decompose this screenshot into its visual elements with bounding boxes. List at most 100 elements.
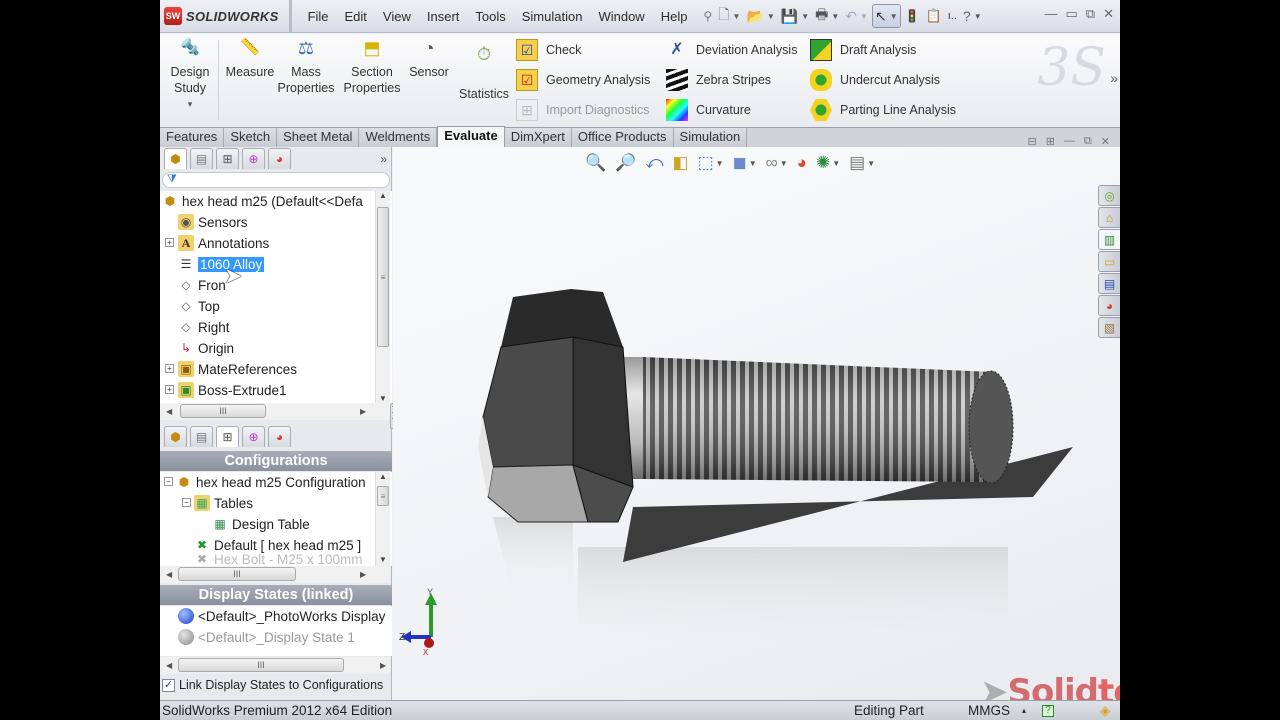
minimize-document-icon[interactable]: — xyxy=(1064,135,1075,148)
help-button[interactable]: ? ▼ xyxy=(961,4,984,28)
close-button[interactable]: ✕ xyxy=(1103,6,1114,22)
scroll-thumb[interactable]: ≡ xyxy=(377,207,389,347)
minimize-button[interactable]: — xyxy=(1045,6,1058,22)
previous-view-button[interactable]: ⤺ xyxy=(645,153,663,173)
chevron-down-icon[interactable]: ▼ xyxy=(716,159,724,168)
menu-view[interactable]: View xyxy=(375,9,419,24)
rebuild-tag-icon[interactable]: ◈ xyxy=(1100,703,1110,719)
display-states-hscrollbar[interactable]: ◀ III ▶ xyxy=(160,657,390,674)
expand-panel-icon[interactable]: » xyxy=(380,152,387,169)
tab-sheet-metal[interactable]: Sheet Metal xyxy=(277,128,360,147)
menu-help[interactable]: Help xyxy=(653,9,696,24)
configuration-manager-tab[interactable]: ⊞ xyxy=(216,426,239,447)
config-tree-hscrollbar[interactable]: ◀ III ▶ xyxy=(160,566,390,583)
open-button[interactable]: 📂 ▼ xyxy=(744,4,776,28)
tab-evaluate[interactable]: Evaluate xyxy=(437,126,505,147)
unit-system-dropdown-icon[interactable]: ▴ xyxy=(1022,706,1026,715)
chevron-down-icon[interactable]: ▼ xyxy=(831,12,839,21)
apply-scene-button[interactable]: ✺ ▼ xyxy=(816,153,840,173)
tab-dimxpert[interactable]: DimXpert xyxy=(504,128,572,147)
task-pane-resources[interactable]: ◎ xyxy=(1098,185,1120,206)
hide-show-items-button[interactable]: ∞ ▼ xyxy=(766,153,788,173)
save-button[interactable]: 💾 ▼ xyxy=(779,4,811,28)
link-display-states-checkbox[interactable]: ✓ xyxy=(162,678,175,692)
scroll-thumb[interactable]: III xyxy=(178,567,296,581)
task-pane-design-library[interactable]: ⌂ xyxy=(1098,207,1120,228)
scroll-right-icon[interactable]: ▶ xyxy=(360,407,366,416)
options-button[interactable]: ı.. xyxy=(946,4,959,28)
restore-document-icon[interactable]: ⧉ xyxy=(1084,135,1092,148)
scroll-left-icon[interactable]: ◀ xyxy=(166,661,172,670)
expand-icon[interactable]: + xyxy=(165,364,174,373)
property-manager-tab[interactable]: ▤ xyxy=(190,148,213,169)
parting-line-analysis-button[interactable]: Parting Line Analysis xyxy=(810,99,956,121)
task-pane-custom-properties[interactable]: ▧ xyxy=(1098,317,1120,338)
tab-office-products[interactable]: Office Products xyxy=(571,128,674,147)
scroll-up-icon[interactable]: ▲ xyxy=(379,472,387,481)
dimxpert-manager-tab[interactable]: ⊕ xyxy=(242,148,265,169)
dimxpert-manager-tab[interactable]: ⊕ xyxy=(242,426,265,447)
config-tree-vscrollbar[interactable]: ▲ ≡ ▼ xyxy=(375,472,390,566)
chevron-down-icon[interactable]: ▼ xyxy=(780,159,788,168)
close-document-icon[interactable]: ✕ xyxy=(1101,135,1110,148)
edit-appearance-button[interactable]: ◕ xyxy=(797,153,807,173)
select-button[interactable]: ↖ ▼ xyxy=(871,4,901,28)
section-properties-button[interactable]: ⬒ Section Properties xyxy=(342,39,402,96)
rebuild-button[interactable]: 🚦 xyxy=(903,4,922,28)
file-properties-button[interactable]: 📋 xyxy=(924,4,944,28)
chevron-down-icon[interactable]: ▼ xyxy=(832,159,840,168)
tree-item-material[interactable]: ☰ 1060 Alloy xyxy=(178,254,265,274)
display-state-photoworks[interactable]: <Default>_PhotoWorks Display xyxy=(178,606,385,626)
quick-tips-help-icon[interactable]: ? xyxy=(1042,705,1054,717)
tab-sketch[interactable]: Sketch xyxy=(224,128,278,147)
chevron-down-icon[interactable]: ▼ xyxy=(860,12,868,21)
collapse-icon[interactable]: − xyxy=(164,477,173,486)
scroll-down-icon[interactable]: ▼ xyxy=(379,555,387,564)
chevron-down-icon[interactable]: ▼ xyxy=(890,12,898,21)
design-study-button[interactable]: 🔩 Design Study ▾ xyxy=(166,40,214,112)
feature-tree-hscrollbar[interactable]: ◀ III ▶ xyxy=(160,403,390,420)
tree-item-top-plane[interactable]: ◇ Top xyxy=(178,296,219,316)
new-document-button[interactable]: 🗋 ▼ xyxy=(716,4,742,28)
scroll-up-icon[interactable]: ▲ xyxy=(379,191,387,200)
geometry-analysis-button[interactable]: ☑ Geometry Analysis xyxy=(516,69,650,91)
draft-analysis-button[interactable]: Draft Analysis xyxy=(810,39,916,61)
unit-system-button[interactable]: MMGS xyxy=(968,703,1010,718)
config-item-tables[interactable]: − ▦ Tables xyxy=(182,493,253,513)
restore-button[interactable]: ▭ xyxy=(1066,6,1078,22)
zebra-stripes-button[interactable]: Zebra Stripes xyxy=(666,69,771,91)
tile-button[interactable]: ⧉ xyxy=(1086,6,1095,22)
measure-button[interactable]: 📏 Measure xyxy=(220,40,280,80)
scroll-right-icon[interactable]: ▶ xyxy=(380,661,386,670)
menu-simulation[interactable]: Simulation xyxy=(514,9,591,24)
task-pane-file-explorer[interactable]: ▥ xyxy=(1098,229,1120,250)
tab-weldments[interactable]: Weldments xyxy=(359,128,438,147)
property-manager-tab[interactable]: ▤ xyxy=(190,426,213,447)
pin-icon[interactable]: ⚲ xyxy=(701,4,714,28)
bolt-3d-model[interactable] xyxy=(473,277,1093,717)
chevron-down-icon[interactable]: ▼ xyxy=(867,159,875,168)
config-item-hex-bolt[interactable]: ✖ Hex Bolt - M25 x 100mm xyxy=(194,552,363,566)
scroll-left-icon[interactable]: ◀ xyxy=(166,570,172,579)
task-pane-appearances[interactable]: ◕ xyxy=(1098,295,1120,316)
menu-file[interactable]: File xyxy=(300,9,337,24)
solidworks-logo[interactable]: SW SOLIDWORKS xyxy=(160,0,292,33)
menu-window[interactable]: Window xyxy=(590,9,652,24)
view-settings-button[interactable]: ▤ ▼ xyxy=(849,153,875,173)
menu-edit[interactable]: Edit xyxy=(337,9,375,24)
tree-item-front-plane[interactable]: ◇ Fron xyxy=(178,275,225,295)
split-vertical-icon[interactable]: ⊞ xyxy=(1046,135,1055,148)
zoom-to-area-button[interactable]: 🔎 xyxy=(615,153,636,173)
display-manager-tab[interactable]: ◕ xyxy=(268,148,291,169)
display-style-button[interactable]: ◼ ▼ xyxy=(733,153,757,173)
menu-insert[interactable]: Insert xyxy=(419,9,468,24)
scroll-thumb[interactable]: III xyxy=(180,404,266,418)
config-root[interactable]: − ⬢ hex head m25 Configuration xyxy=(164,472,366,492)
section-view-button[interactable]: ◧ xyxy=(673,153,689,173)
chevron-down-icon[interactable]: ▼ xyxy=(733,12,741,21)
expand-icon[interactable]: + xyxy=(165,238,174,247)
split-horizontal-icon[interactable]: ⊟ xyxy=(1027,135,1036,148)
tree-item-right-plane[interactable]: ◇ Right xyxy=(178,317,229,337)
filter-input[interactable]: ⧩ xyxy=(162,172,390,188)
tree-item-boss-extrude1[interactable]: + ▣ Boss-Extrude1 xyxy=(165,380,287,400)
